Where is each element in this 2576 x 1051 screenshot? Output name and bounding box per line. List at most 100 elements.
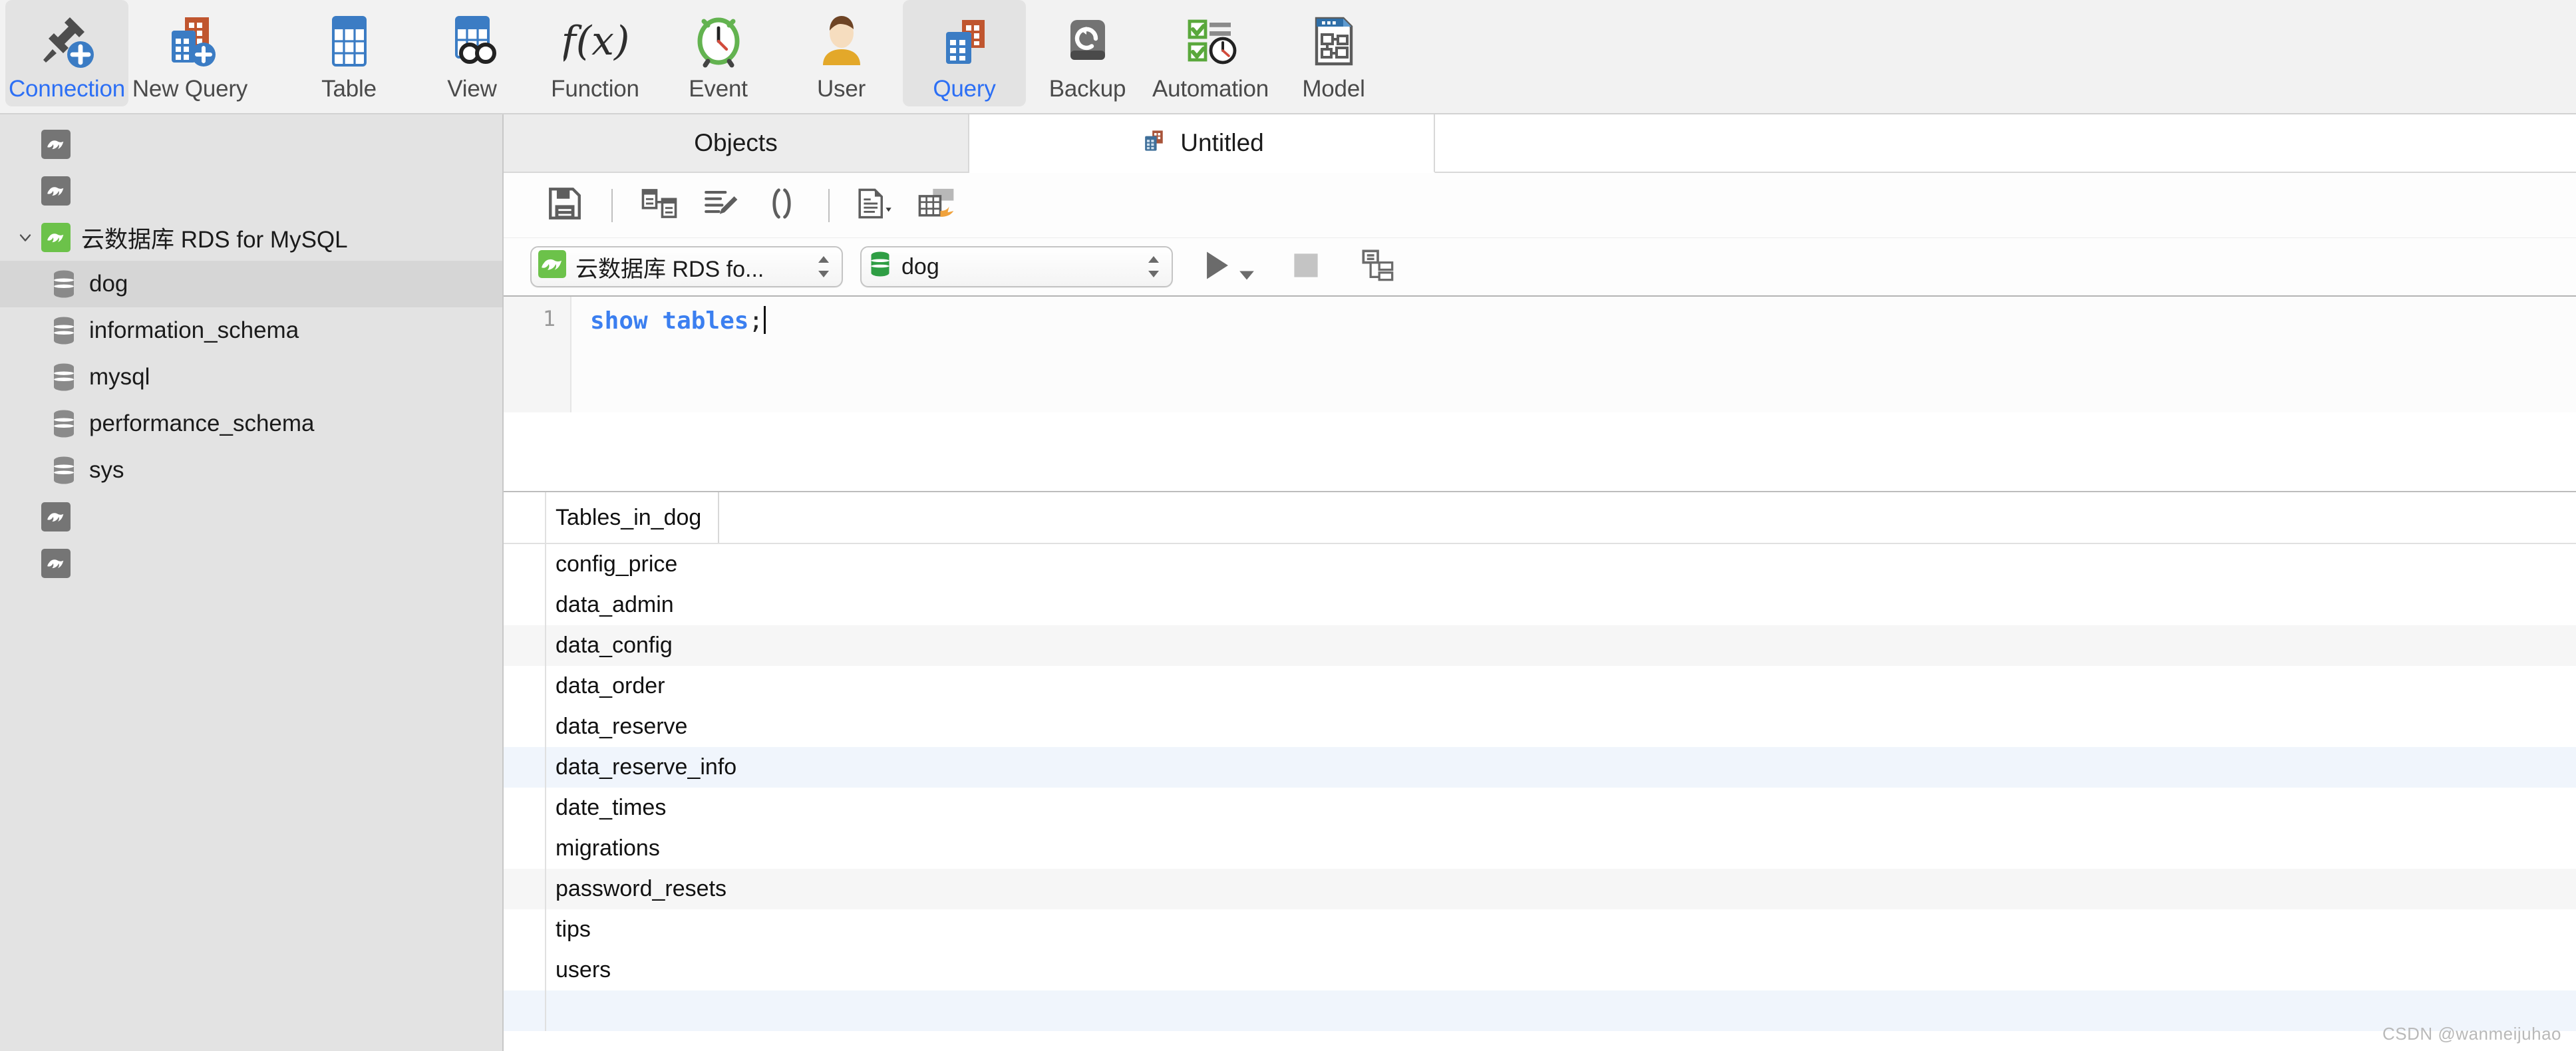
tree-item-label: performance_schema (89, 410, 315, 436)
table-cell[interactable]: config_price (546, 544, 2576, 585)
tree-item-connection-3[interactable] (0, 494, 502, 540)
row-header[interactable] (504, 585, 546, 625)
chevron-down-icon[interactable] (9, 228, 41, 247)
editor-result-spacer (504, 412, 2576, 492)
stop-button[interactable] (1291, 251, 1321, 283)
table-row[interactable]: data_admin (504, 585, 2576, 625)
table-cell[interactable]: data_config (546, 625, 2576, 666)
table-row[interactable]: password_resets (504, 869, 2576, 909)
tree-item-database-performance-schema[interactable]: performance_schema (0, 400, 502, 447)
beautify-sql-button[interactable] (690, 180, 751, 231)
row-header[interactable] (504, 544, 546, 585)
row-header[interactable] (504, 666, 546, 706)
toolbar-item-query[interactable]: Query (903, 0, 1026, 106)
table-row[interactable]: data_reserve_info (504, 747, 2576, 788)
database-icon (51, 409, 77, 438)
toolbar-label: User (816, 76, 866, 102)
query-builder-button[interactable] (629, 180, 690, 231)
toolbar-item-model[interactable]: Model (1272, 0, 1395, 106)
tab-objects[interactable]: Objects (504, 114, 969, 172)
tree-item-label: dog (89, 271, 128, 297)
toolbar-item-connection[interactable]: Connection (5, 0, 128, 106)
toolbar-item-user[interactable]: User (780, 0, 903, 106)
toolbar-item-function[interactable]: f(x) Function (534, 0, 657, 106)
table-row[interactable]: data_reserve (504, 706, 2576, 747)
row-header[interactable] (504, 950, 546, 990)
table-cell[interactable] (546, 990, 2576, 1031)
toolbar-item-new-query[interactable]: New Query (128, 0, 251, 106)
toolbar-item-table[interactable]: Table (287, 0, 410, 106)
toolbar-divider (828, 188, 830, 222)
tree-item-database-dog[interactable]: dog (0, 261, 502, 307)
chevron-down-icon[interactable] (1238, 269, 1255, 285)
stop-square-icon (1291, 253, 1321, 283)
sql-editor[interactable]: 1 show tables; (504, 295, 2576, 412)
function-icon: f(x) (564, 9, 627, 73)
row-header[interactable] (504, 706, 546, 747)
app-window: Connection New Query Table View f(x) Fun… (0, 0, 2576, 1051)
toolbar-item-view[interactable]: View (410, 0, 534, 106)
stepper-arrows-icon[interactable] (814, 253, 834, 280)
sql-keyword-tables: tables (662, 307, 749, 335)
automation-icon (1179, 9, 1243, 73)
table-cell[interactable]: data_reserve_info (546, 747, 2576, 788)
result-grid[interactable]: Tables_in_dog config_price data_admin da… (504, 492, 2576, 1051)
row-header[interactable] (504, 869, 546, 909)
model-icon (1302, 9, 1366, 73)
row-header[interactable] (504, 788, 546, 828)
toolbar-item-automation[interactable]: Automation (1149, 0, 1272, 106)
table-row[interactable]: data_config (504, 625, 2576, 666)
mysql-dolphin-icon (538, 249, 566, 284)
connection-tree-sidebar[interactable]: 云数据库 RDS for MySQL dog information_schem… (0, 114, 504, 1051)
table-row-new[interactable] (504, 990, 2576, 1031)
toolbar-item-event[interactable]: Event (657, 0, 780, 106)
tab-untitled-query[interactable]: Untitled (969, 114, 1435, 173)
export-result-button[interactable] (907, 180, 968, 231)
column-header-tables-in-dog[interactable]: Tables_in_dog (546, 492, 719, 543)
tree-item-label: sys (89, 457, 124, 483)
result-grid-body[interactable]: config_price data_admin data_config data… (504, 544, 2576, 1051)
table-row[interactable]: users (504, 950, 2576, 990)
row-header[interactable] (504, 747, 546, 788)
table-cell[interactable]: migrations (546, 828, 2576, 869)
row-header[interactable] (504, 828, 546, 869)
row-header-corner (504, 492, 546, 543)
tree-item-database-information-schema[interactable]: information_schema (0, 307, 502, 354)
table-cell[interactable]: data_order (546, 666, 2576, 706)
sql-keyword-show: show (590, 307, 648, 335)
sql-code-area[interactable]: show tables; (571, 297, 2576, 412)
table-cell[interactable]: tips (546, 909, 2576, 950)
stepper-arrows-icon[interactable] (1144, 253, 1164, 280)
tree-item-connection-rds[interactable]: 云数据库 RDS for MySQL (0, 214, 502, 261)
row-header[interactable] (504, 990, 546, 1031)
tree-item-connection-4[interactable] (0, 540, 502, 587)
code-snippet-button[interactable] (751, 180, 812, 231)
table-cell[interactable]: date_times (546, 788, 2576, 828)
tree-item-database-mysql[interactable]: mysql (0, 354, 502, 400)
table-row[interactable]: config_price (504, 544, 2576, 585)
table-cell[interactable]: data_reserve (546, 706, 2576, 747)
explain-plan-button[interactable] (1361, 248, 1395, 286)
table-row[interactable]: migrations (504, 828, 2576, 869)
toolbar-item-backup[interactable]: Backup (1026, 0, 1149, 106)
text-view-button[interactable] (846, 180, 907, 231)
query-editor-toolbar (504, 173, 2576, 238)
table-cell[interactable]: data_admin (546, 585, 2576, 625)
save-button[interactable] (534, 180, 595, 231)
beautify-pencil-icon (701, 184, 740, 226)
table-icon (317, 9, 381, 73)
tree-item-connection-1[interactable] (0, 121, 502, 168)
table-row[interactable]: data_order (504, 666, 2576, 706)
row-header[interactable] (504, 625, 546, 666)
tree-item-database-sys[interactable]: sys (0, 447, 502, 494)
table-cell[interactable]: password_resets (546, 869, 2576, 909)
table-cell[interactable]: users (546, 950, 2576, 990)
row-header[interactable] (504, 909, 546, 950)
tree-item-connection-2[interactable] (0, 168, 502, 214)
table-row[interactable]: tips (504, 909, 2576, 950)
document-dropdown-icon (856, 184, 897, 226)
run-button[interactable] (1202, 249, 1255, 285)
database-select[interactable]: dog (860, 246, 1173, 287)
table-row[interactable]: date_times (504, 788, 2576, 828)
connection-select[interactable]: 云数据库 RDS fo... (530, 246, 843, 287)
